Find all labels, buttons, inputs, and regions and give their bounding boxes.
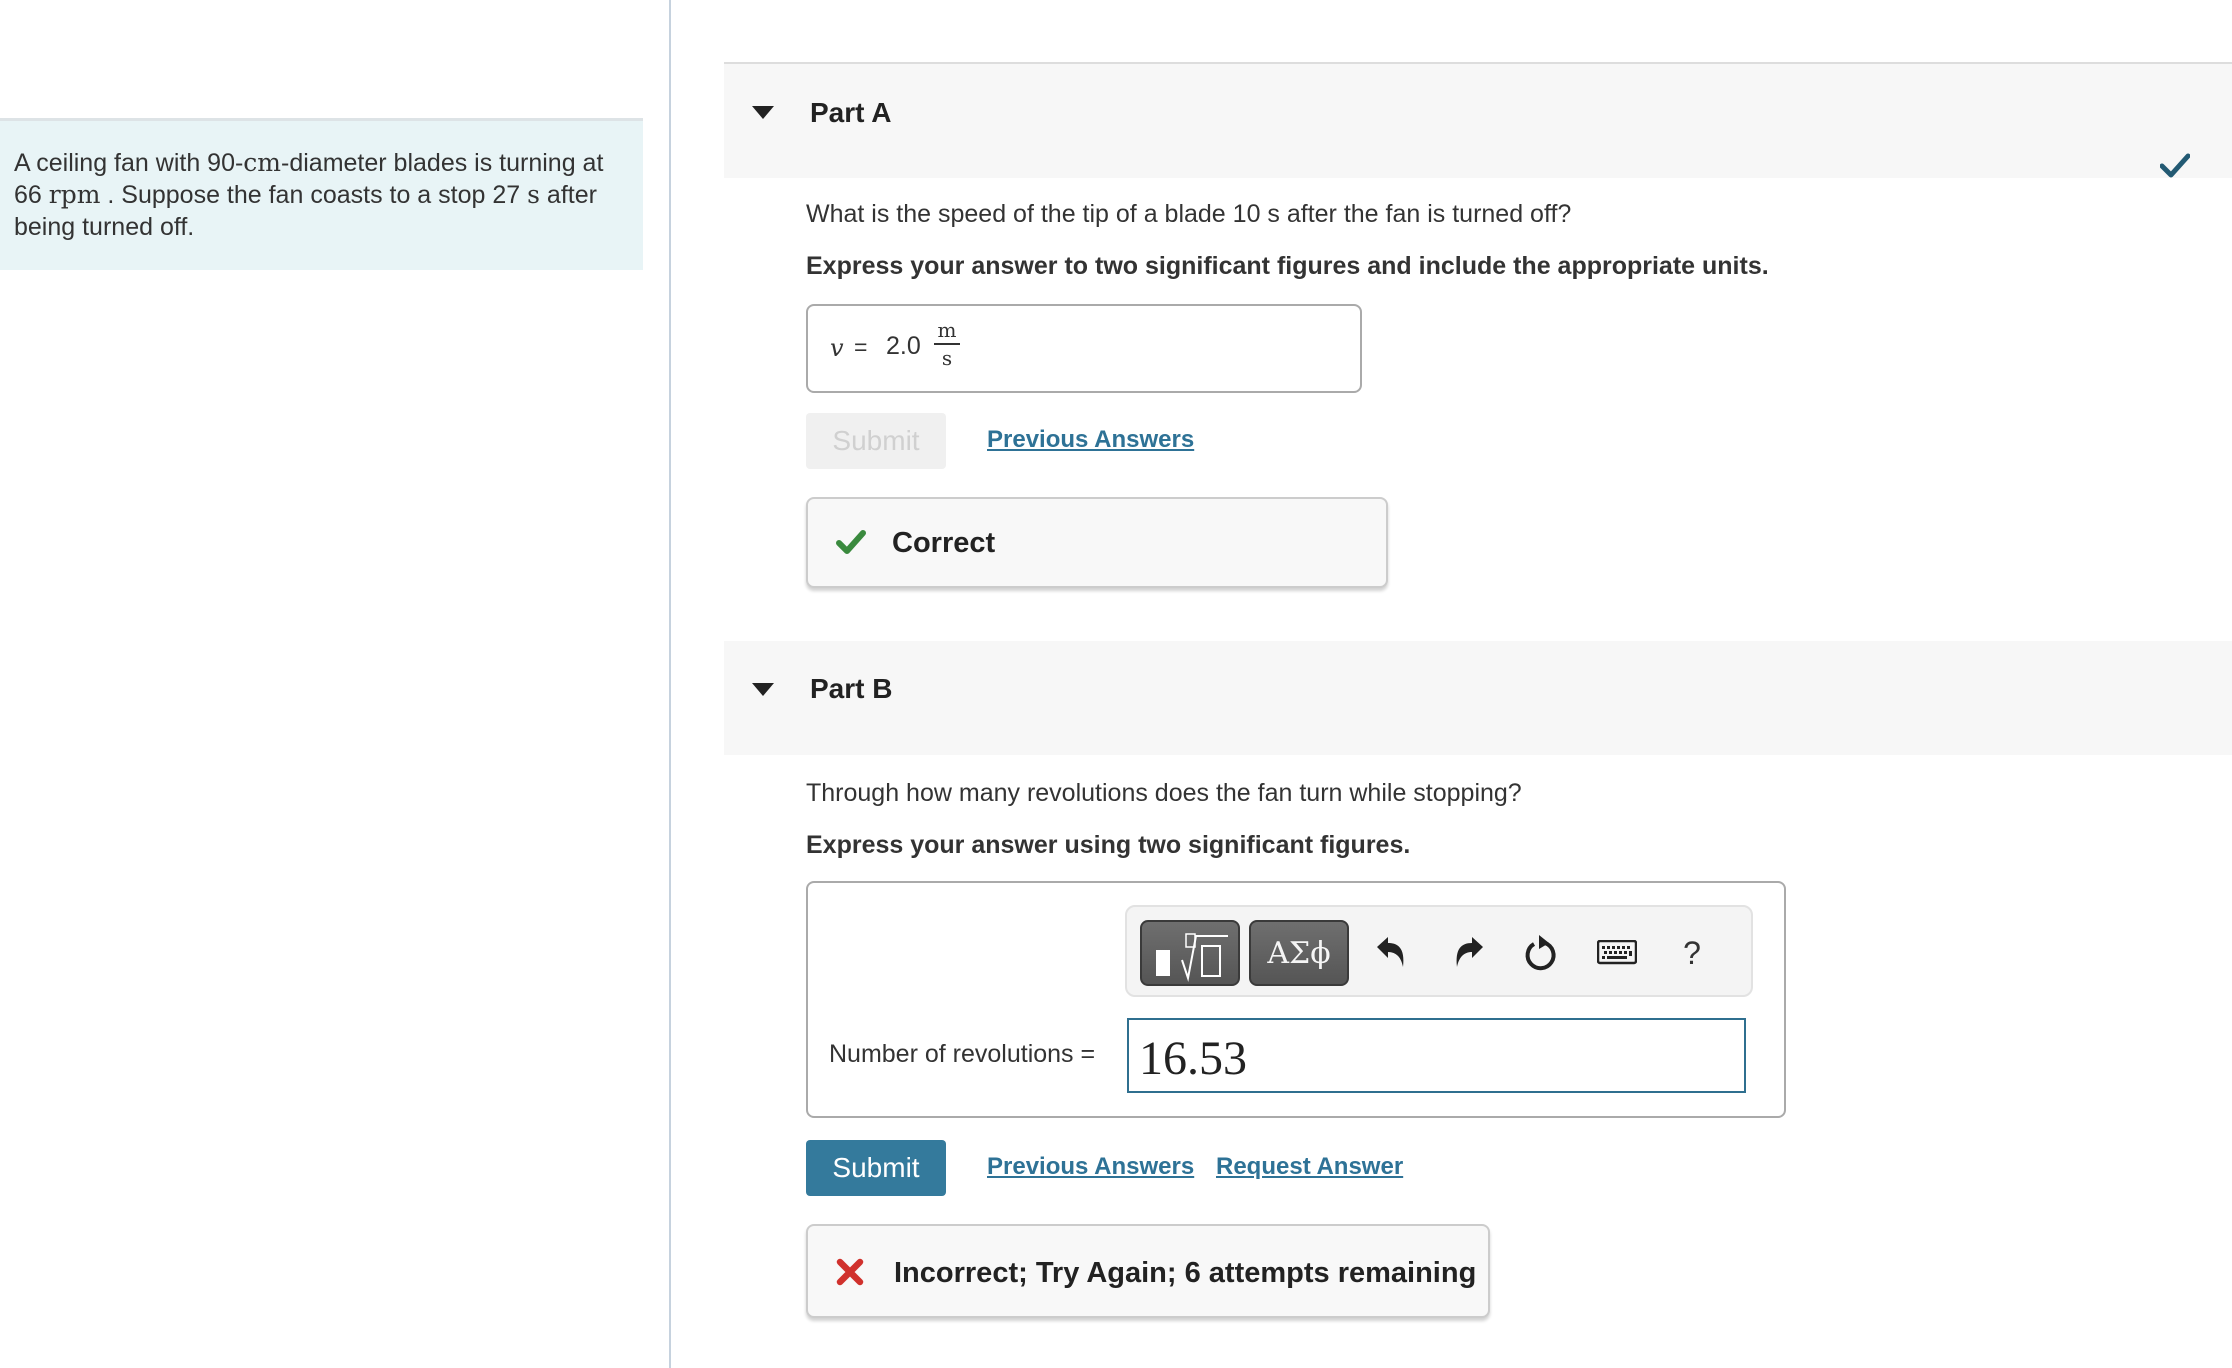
part-b-submit-button[interactable]: Submit: [806, 1140, 946, 1196]
part-b-previous-answers-link[interactable]: Previous Answers: [987, 1153, 1194, 1181]
unit-rpm: rpm: [48, 180, 101, 209]
unit-denominator: s: [941, 346, 953, 370]
redo-icon: [1456, 937, 1483, 967]
undo-icon: [1377, 937, 1404, 967]
answer-variable: v: [830, 334, 844, 362]
help-button[interactable]: ?: [1672, 931, 1712, 975]
keyboard-button[interactable]: [1597, 931, 1637, 975]
part-a-instruction: Express your answer to two significant f…: [806, 252, 1769, 280]
part-b-feedback: Incorrect; Try Again; 6 attempts remaini…: [806, 1224, 1490, 1318]
answer-value: 2.0: [886, 332, 921, 360]
unit-s: s: [527, 180, 540, 209]
feedback-message: Correct: [892, 527, 996, 559]
problem-text: A ceiling fan with 90-: [14, 149, 244, 177]
unit-cm: cm: [243, 148, 282, 177]
greek-symbols-button[interactable]: ΑΣϕ: [1249, 920, 1349, 986]
part-a-previous-answers-link[interactable]: Previous Answers: [987, 426, 1194, 454]
reset-button[interactable]: [1521, 931, 1561, 975]
math-toolbar: ΑΣϕ ?: [1125, 905, 1753, 997]
check-icon: [836, 530, 866, 554]
part-a-title: Part A: [810, 97, 892, 128]
redo-button[interactable]: [1449, 931, 1489, 975]
undo-button[interactable]: [1371, 931, 1411, 975]
feedback-message: Incorrect; Try Again; 6 attempts remaini…: [894, 1257, 1477, 1289]
revolutions-input[interactable]: [1127, 1018, 1746, 1093]
revolutions-label: Number of revolutions =: [829, 1040, 1096, 1068]
part-a-header[interactable]: Part A: [724, 62, 2232, 178]
part-b-question: Through how many revolutions does the fa…: [806, 779, 1522, 807]
collapse-chevron-icon[interactable]: [752, 106, 774, 119]
reset-icon: [1525, 935, 1556, 971]
templates-button[interactable]: [1140, 920, 1240, 986]
part-a-question: What is the speed of the tip of a blade …: [806, 200, 1572, 228]
keyboard-icon: [1597, 940, 1637, 965]
unit-numerator: m: [934, 318, 960, 345]
problem-statement: A ceiling fan with 90-cm-diameter blades…: [0, 118, 643, 270]
part-a-answer-display: v = 2.0 m s: [806, 304, 1362, 393]
templates-icon: [1156, 933, 1228, 982]
part-a-feedback: Correct: [806, 497, 1388, 588]
answer-equals: =: [854, 334, 868, 360]
request-answer-link[interactable]: Request Answer: [1216, 1153, 1403, 1181]
x-icon: [836, 1258, 864, 1286]
part-b-instruction: Express your answer using two significan…: [806, 831, 1411, 859]
part-b-title: Part B: [810, 673, 893, 704]
part-complete-check-icon: [2160, 153, 2190, 178]
answer-unit: m s: [934, 318, 960, 370]
part-a-submit-button: Submit: [806, 413, 946, 469]
pane-divider[interactable]: [669, 0, 671, 1368]
problem-text: . Suppose the fan coasts to a stop 27: [100, 181, 528, 209]
part-b-header[interactable]: Part B: [724, 641, 2232, 755]
collapse-chevron-icon[interactable]: [752, 683, 774, 696]
